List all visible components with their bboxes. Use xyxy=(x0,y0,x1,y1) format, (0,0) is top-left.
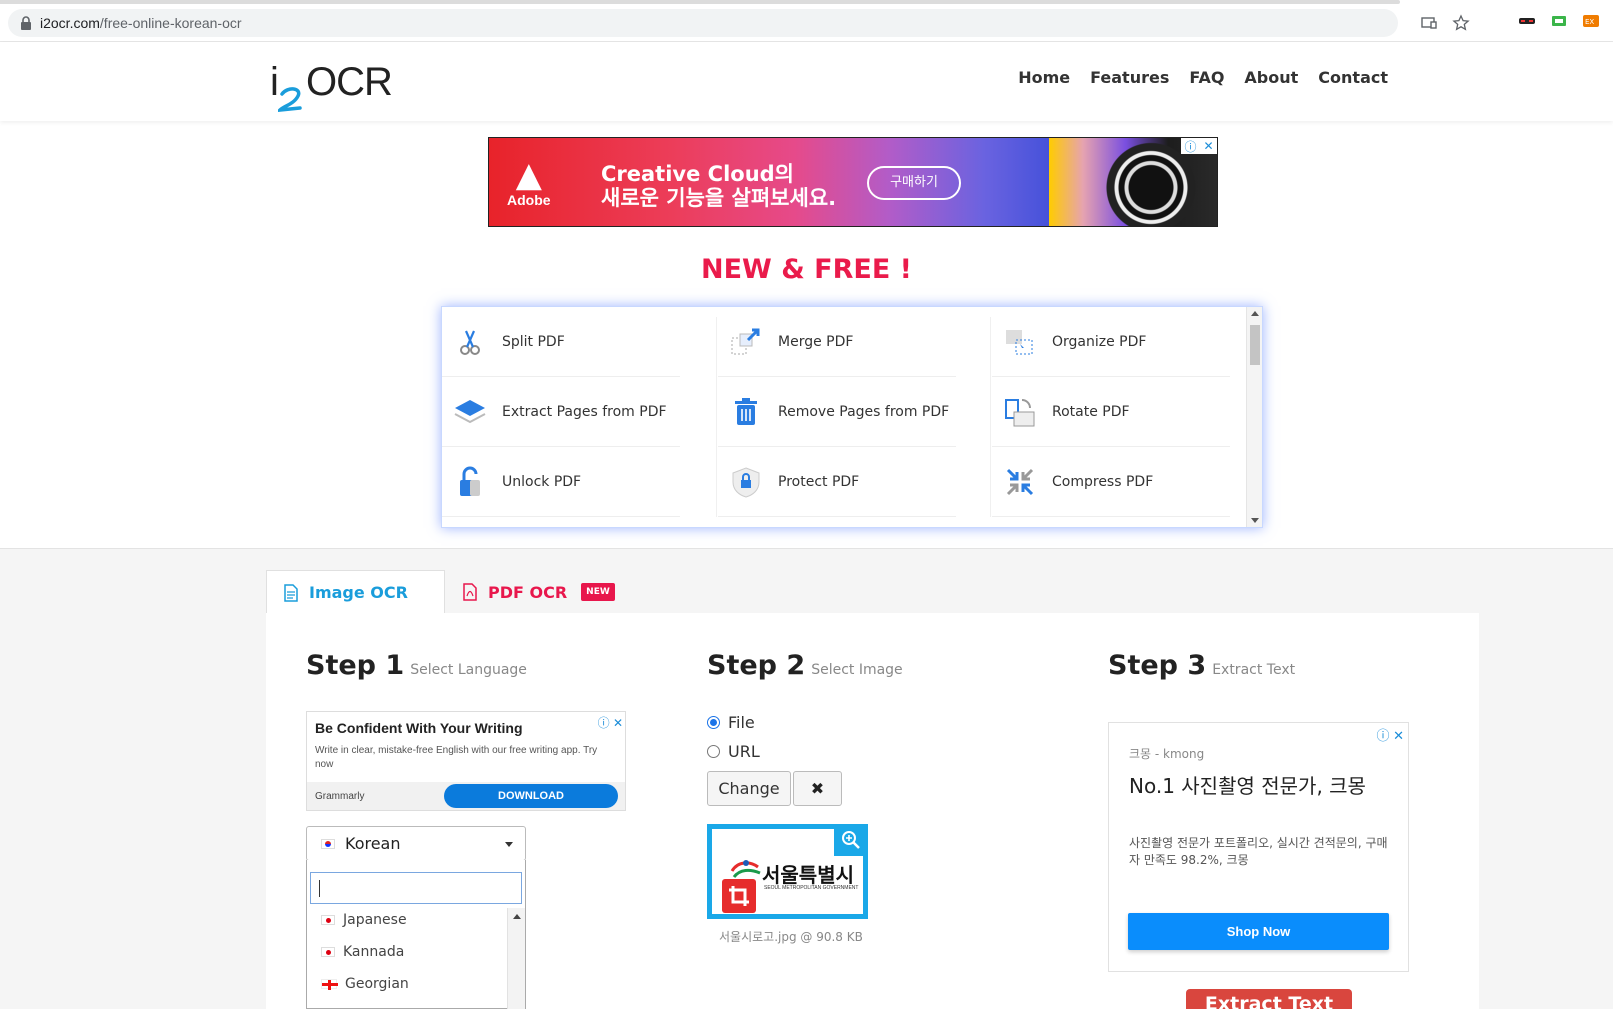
install-app-icon[interactable] xyxy=(1420,14,1438,32)
compress-icon xyxy=(1002,464,1038,500)
site-logo[interactable]: i OCR xyxy=(270,58,410,114)
layers-icon xyxy=(452,394,488,430)
tab-image-ocr[interactable]: Image OCR xyxy=(266,570,445,614)
language-option-georgian[interactable]: Georgian xyxy=(321,976,409,992)
language-option-kannada[interactable]: Kannada xyxy=(321,944,404,960)
kmong-ad[interactable]: ⓘ ✕ 크몽 - kmong No.1 사진촬영 전문가, 크몽 사진촬영 전문… xyxy=(1108,722,1409,972)
japan-flag-icon xyxy=(321,915,335,925)
tools-scrollbar[interactable] xyxy=(1246,307,1262,527)
crop-icon[interactable] xyxy=(722,879,756,913)
radio-url[interactable]: URL xyxy=(707,742,760,761)
tool-organize-pdf[interactable]: Organize PDF xyxy=(992,307,1230,377)
browser-toolbar: i2ocr.com/free-online-korean-ocr EX xyxy=(0,0,1613,42)
radio-file[interactable]: File xyxy=(707,713,755,732)
unlock-icon xyxy=(452,464,488,500)
merge-icon xyxy=(728,324,764,360)
tab-pdf-ocr[interactable]: PDF OCR NEW xyxy=(462,570,615,614)
pdf-tools-box: Split PDF Merge PDF Organize PDF Extract… xyxy=(441,306,1263,528)
nav-features[interactable]: Features xyxy=(1090,68,1169,87)
tool-rotate-pdf[interactable]: Rotate PDF xyxy=(992,377,1230,447)
ad-close-icon[interactable]: ⓘ ✕ xyxy=(1376,725,1404,744)
adchoices-icon[interactable]: ⓘ xyxy=(1184,138,1196,155)
url-text[interactable]: i2ocr.com/free-online-korean-ocr xyxy=(40,15,242,31)
site-header: i OCR Home Features FAQ About Contact xyxy=(0,42,1613,121)
ad-buy-button[interactable]: 구매하기 xyxy=(867,166,961,200)
shop-now-button[interactable]: Shop Now xyxy=(1128,913,1389,950)
tool-extract-pages[interactable]: Extract Pages from PDF xyxy=(442,377,680,447)
extension-screen-icon[interactable] xyxy=(1550,12,1568,30)
language-dropdown: Japanese Kannada Georgian xyxy=(306,860,526,1009)
page-load-progress xyxy=(0,0,1400,4)
scissors-icon xyxy=(452,324,488,360)
promo-title: NEW & FREE ! xyxy=(700,254,912,285)
nav-contact[interactable]: Contact xyxy=(1318,68,1388,87)
nav-home[interactable]: Home xyxy=(1018,68,1070,87)
ad-close-icon[interactable]: ✕ xyxy=(1203,139,1213,153)
ad-download-button[interactable]: DOWNLOAD xyxy=(444,784,618,808)
ad-choices[interactable]: ⓘ ✕ xyxy=(1181,138,1217,154)
nav-faq[interactable]: FAQ xyxy=(1189,68,1224,87)
adobe-logo: ▲ Adobe xyxy=(507,155,551,208)
language-option-japanese[interactable]: Japanese xyxy=(321,912,407,928)
tool-protect-pdf[interactable]: Protect PDF xyxy=(718,447,956,517)
radio-url-button[interactable] xyxy=(707,745,720,758)
scroll-up-icon[interactable] xyxy=(513,914,521,919)
grammarly-ad[interactable]: Be Confident With Your Writing Write in … xyxy=(306,711,626,811)
extract-text-button[interactable]: Extract Text xyxy=(1186,989,1352,1009)
new-badge: NEW xyxy=(581,583,615,601)
language-select[interactable]: Korean xyxy=(306,826,526,861)
text-cursor xyxy=(319,880,320,897)
shield-lock-icon xyxy=(728,464,764,500)
chevron-down-icon xyxy=(505,842,513,847)
bookmark-star-icon[interactable] xyxy=(1452,14,1470,32)
ad-close-icon[interactable]: ⓘ ✕ xyxy=(598,714,623,731)
ad-headline: Creative Cloud의 새로운 기능을 살펴보세요. xyxy=(601,162,837,210)
rotate-icon xyxy=(1002,394,1038,430)
document-icon xyxy=(284,583,298,602)
tool-split-pdf[interactable]: Split PDF xyxy=(442,307,680,377)
korea-flag-icon xyxy=(321,838,335,849)
organize-icon xyxy=(1002,324,1038,360)
seoul-logo-icon xyxy=(730,860,761,878)
extension-spy-icon[interactable] xyxy=(1518,12,1536,30)
tool-merge-pdf[interactable]: Merge PDF xyxy=(718,307,956,377)
tool-compress-pdf[interactable]: Compress PDF xyxy=(992,447,1230,517)
svg-text:EX: EX xyxy=(1585,18,1594,26)
file-caption: 서울시로고.jpg @ 90.8 KB xyxy=(719,930,863,944)
scroll-up-icon[interactable] xyxy=(1251,311,1259,316)
main-nav: Home Features FAQ About Contact xyxy=(1018,68,1388,87)
trash-icon xyxy=(728,394,764,430)
tool-unlock-pdf[interactable]: Unlock PDF xyxy=(442,447,680,517)
tool-remove-pages[interactable]: Remove Pages from PDF xyxy=(718,377,956,447)
image-preview[interactable]: 서울특별시 SEOUL METROPOLITAN GOVERNMENT xyxy=(707,824,868,919)
address-bar[interactable]: i2ocr.com/free-online-korean-ocr xyxy=(8,9,1470,37)
adobe-banner-ad[interactable]: ▲ Adobe Creative Cloud의 새로운 기능을 살펴보세요. 구… xyxy=(488,137,1218,227)
india-flag-icon xyxy=(321,947,335,957)
scroll-down-icon[interactable] xyxy=(1251,518,1259,523)
change-image-button[interactable]: Change xyxy=(707,771,791,806)
step2-heading: Step 2 Select Image xyxy=(707,650,903,681)
remove-image-button[interactable]: ✖ xyxy=(793,771,842,806)
step1-heading: Step 1 Select Language xyxy=(306,650,527,681)
nav-about[interactable]: About xyxy=(1244,68,1298,87)
scroll-thumb[interactable] xyxy=(1250,325,1260,365)
extension-orange-icon[interactable]: EX xyxy=(1582,12,1600,30)
language-search-input[interactable] xyxy=(310,872,522,904)
zoom-in-icon[interactable] xyxy=(834,824,868,856)
pdf-file-icon xyxy=(463,583,477,601)
lock-icon xyxy=(21,16,31,30)
step3-heading: Step 3 Extract Text xyxy=(1108,650,1296,681)
dropdown-scrollbar[interactable] xyxy=(507,908,525,1009)
adobe-a-icon: ▲ xyxy=(515,155,542,195)
radio-file-button[interactable] xyxy=(707,716,720,729)
georgia-flag-icon xyxy=(321,979,338,990)
